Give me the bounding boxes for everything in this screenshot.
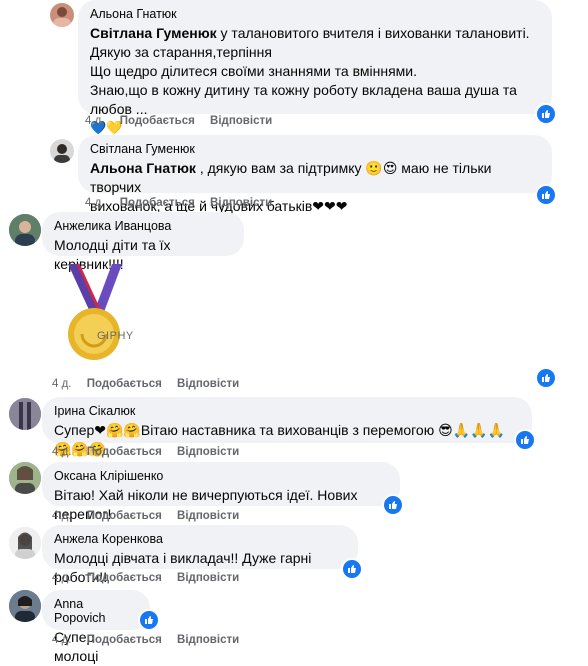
comment-bubble: Оксана Клірішенко Вітаю! Хай ніколи не в… xyxy=(42,462,400,522)
comment-time[interactable]: 4 д. xyxy=(52,446,72,458)
thumbs-up-icon xyxy=(521,436,529,444)
avatar[interactable] xyxy=(9,527,41,559)
reply-link[interactable]: Відповісти xyxy=(177,510,239,522)
comment-bubble: Світлана Гуменюк Альона Гнатюк , дякую в… xyxy=(78,135,552,214)
mention-tag[interactable]: Альона Гнатюк xyxy=(90,160,196,176)
comment-author[interactable]: Ірина Сікалюк xyxy=(54,404,520,418)
thumbs-up-icon xyxy=(389,501,397,509)
thumbs-up-icon xyxy=(542,110,550,118)
reply-link[interactable]: Відповісти xyxy=(210,115,272,127)
comment-time[interactable]: 4 д. xyxy=(52,510,72,522)
comment-author[interactable]: Анжела Коренкова xyxy=(54,532,346,546)
avatar[interactable] xyxy=(9,462,41,494)
like-link[interactable]: Подобається xyxy=(120,197,195,209)
like-link[interactable]: Подобається xyxy=(87,378,162,390)
gif-medal-image[interactable] xyxy=(60,262,142,362)
comment-time[interactable]: 4 д. xyxy=(85,115,105,127)
avatar[interactable] xyxy=(9,398,41,430)
comment-bubble: Ірина Сікалюк Супер❤🤗🤗Вітаю наставника т… xyxy=(42,397,532,457)
comment-meta: 4 д. Подобається Відповісти xyxy=(85,115,284,127)
comment-time[interactable]: 4 д. xyxy=(85,197,105,209)
avatar[interactable] xyxy=(50,3,74,27)
like-link[interactable]: Подобається xyxy=(87,634,162,646)
reply-link[interactable]: Відповісти xyxy=(177,572,239,584)
thumbs-up-icon xyxy=(348,565,356,573)
comment-bubble: Альона Гнатюк Світлана Гуменюк у таланов… xyxy=(78,0,552,136)
comment-meta: 4 д. Подобається Відповісти xyxy=(52,634,251,646)
thumbs-up-icon xyxy=(145,616,153,624)
like-reaction-badge[interactable] xyxy=(382,494,404,516)
like-reaction-badge[interactable] xyxy=(535,103,557,125)
thumbs-up-icon xyxy=(542,374,550,382)
comment-author[interactable]: Анжелика Иванцова xyxy=(54,219,232,233)
comment-bubble: Анжела Коренкова Молодці дівчата і викла… xyxy=(42,525,358,585)
comment-time[interactable]: 4 д. xyxy=(52,572,72,584)
comment-meta: 4 д. Подобається Відповісти xyxy=(52,378,251,390)
avatar[interactable] xyxy=(9,590,41,622)
reply-link[interactable]: Відповісти xyxy=(210,197,272,209)
like-reaction-badge[interactable] xyxy=(514,429,536,451)
like-reaction-badge[interactable] xyxy=(341,558,363,580)
comment-meta: 4 д. Подобається Відповісти xyxy=(85,197,284,209)
thumbs-up-icon xyxy=(542,191,550,199)
comment-author[interactable]: Світлана Гуменюк xyxy=(90,142,540,156)
mention-tag[interactable]: Світлана Гуменюк xyxy=(90,25,217,41)
avatar[interactable] xyxy=(50,139,74,163)
like-reaction-badge[interactable] xyxy=(138,609,160,631)
comment-author[interactable]: Anna Popovich xyxy=(54,597,138,625)
comment-meta: 4 д. Подобається Відповісти xyxy=(52,446,251,458)
like-link[interactable]: Подобається xyxy=(120,115,195,127)
like-link[interactable]: Подобається xyxy=(87,446,162,458)
comment-time[interactable]: 4 д. xyxy=(52,378,72,390)
giphy-label: GIPHY xyxy=(97,330,134,342)
reply-link[interactable]: Відповісти xyxy=(177,634,239,646)
comment-time[interactable]: 4 д. xyxy=(52,634,72,646)
avatar[interactable] xyxy=(9,214,41,246)
like-link[interactable]: Подобається xyxy=(87,572,162,584)
like-reaction-badge[interactable] xyxy=(535,184,557,206)
like-link[interactable]: Подобається xyxy=(87,510,162,522)
comment-meta: 4 д. Подобається Відповісти xyxy=(52,572,251,584)
comment-author[interactable]: Оксана Клірішенко xyxy=(54,469,388,483)
reply-link[interactable]: Відповісти xyxy=(177,378,239,390)
comment-bubble: Anna Popovich Супер молоці xyxy=(42,590,150,664)
reply-link[interactable]: Відповісти xyxy=(177,446,239,458)
comment-author[interactable]: Альона Гнатюк xyxy=(90,7,540,21)
comment-bubble: Анжелика Иванцова Молодці діти та їх кер… xyxy=(42,212,244,272)
like-reaction-badge[interactable] xyxy=(535,367,557,389)
comment-meta: 4 д. Подобається Відповісти xyxy=(52,510,251,522)
